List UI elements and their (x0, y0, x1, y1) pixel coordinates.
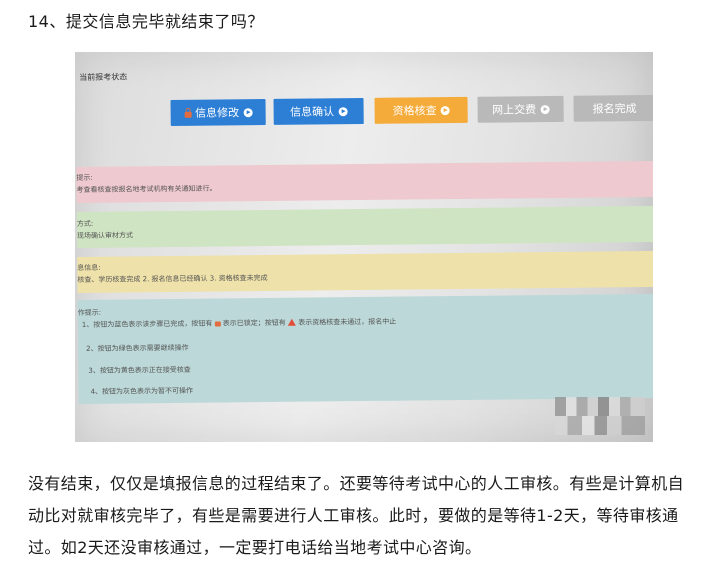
mosaic-watermark (555, 397, 645, 435)
step-button-registration-complete[interactable]: 报名完成 (573, 94, 653, 122)
step-label: 网上交费 (492, 103, 537, 117)
tip-line-1: 1、按钮为蓝色表示该步骤已完成，按钮有 表示已锁定；按钮有 表示资格核查未通过，… (81, 317, 397, 329)
step-label: 信息修改 (195, 106, 240, 120)
arrow-right-circle-icon (540, 104, 550, 114)
step-button-confirm-info[interactable]: 信息确认 (273, 97, 364, 125)
method-band: 方式: 现场确认审材方式 (76, 205, 653, 248)
photo-content: 当前报考状态 信息修改 信息确认 资格核查 网上交费 报名完成 提示: 考查看核… (75, 52, 653, 442)
info-text: 核查、学历核查完成 2. 报名信息已经确认 3. 资格核查未完成 (77, 273, 268, 284)
info-label: 息信息: (77, 263, 101, 272)
arrow-right-circle-icon (440, 105, 450, 115)
info-band: 息信息: 核查、学历核查完成 2. 报名信息已经确认 3. 资格核查未完成 (77, 250, 653, 293)
method-text: 现场确认审材方式 (76, 231, 133, 240)
lock-icon (214, 321, 221, 327)
step-button-qualification-check[interactable]: 资格核查 (374, 96, 468, 124)
body-paragraph: 没有结束，仅仅是填报信息的过程结束了。还要等待考试中心的人工审核。有些是计算机自… (28, 474, 685, 557)
method-label: 方式: (76, 219, 94, 228)
lock-icon (184, 111, 192, 118)
ops-label: 作提示: (77, 308, 102, 317)
prompt-band: 提示: 考查看核查按报名地考试机构有关通知进行。 (76, 160, 653, 203)
step-label: 报名完成 (592, 102, 637, 116)
step-button-online-payment[interactable]: 网上交费 (477, 95, 564, 123)
arrow-right-circle-icon (338, 106, 348, 116)
step-label: 资格核查 (392, 104, 437, 118)
screenshot-photo: 当前报考状态 信息修改 信息确认 资格核查 网上交费 报名完成 提示: 考查看核… (75, 52, 653, 442)
tip-line-2: 2、按钮为绿色表示需要继续操作 (86, 343, 189, 353)
operation-tips-band: 作提示: 1、按钮为蓝色表示该步骤已完成，按钮有 表示已锁定；按钮有 表示资格核… (77, 293, 653, 404)
warning-icon (287, 318, 297, 326)
prompt-label: 提示: (76, 173, 93, 182)
tip-line-4: 4、按钮为灰色表示为暂不可操作 (90, 386, 194, 396)
tip-line-3: 3、按钮为黄色表示正在接受核查 (88, 365, 191, 375)
step-label: 信息确认 (290, 105, 335, 119)
step-button-edit-info[interactable]: 信息修改 (170, 99, 266, 127)
arrow-right-circle-icon (243, 107, 253, 117)
prompt-text: 考查看核查按报名地考试机构有关通知进行。 (76, 184, 217, 194)
section-heading: 14、提交信息完毕就结束了吗？ (28, 12, 264, 31)
status-title: 当前报考状态 (79, 72, 128, 82)
